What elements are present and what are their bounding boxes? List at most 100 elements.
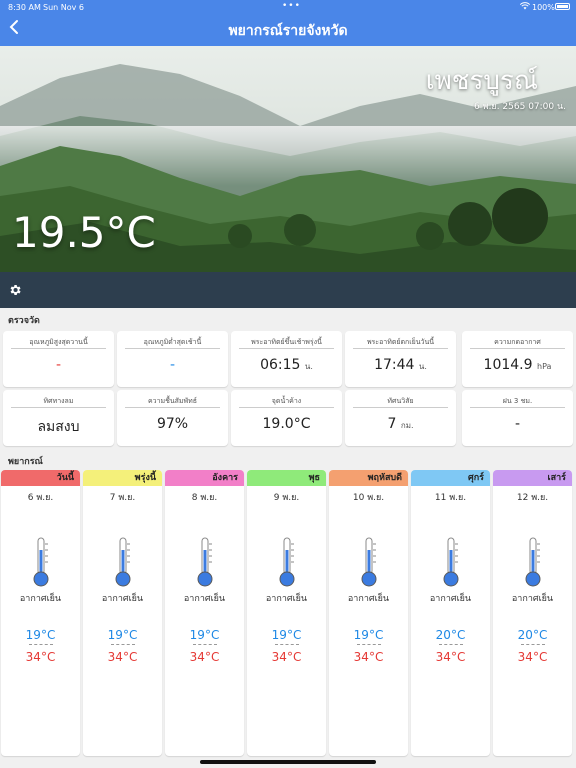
- thermometer-icon: [443, 537, 459, 587]
- forecast-day-name: พุธ: [247, 470, 326, 486]
- forecast-low-temp: 19°C: [353, 628, 384, 642]
- obs-card-label: อุณหภูมิต่ำสุดเช้านี้: [143, 338, 202, 346]
- divider: [239, 348, 334, 349]
- forecast-day-card[interactable]: ศุกร์ 11 พ.ย. อากาศเย็น 20°C 34°C: [411, 470, 490, 756]
- observation-datetime: 6 พ.ย. 2565 07:00 น.: [474, 102, 566, 112]
- forecast-low-temp: 19°C: [189, 628, 220, 642]
- obs-card-sunset: พระอาทิตย์ตกเย็นวันนี้ 17:44 น.: [345, 331, 456, 387]
- divider: [193, 644, 217, 645]
- forecast-low-temp: 20°C: [517, 628, 548, 642]
- current-temperature: 19.5°C: [12, 208, 156, 257]
- forecast-date: 11 พ.ย.: [434, 493, 467, 503]
- forecast-date: 8 พ.ย.: [191, 493, 218, 503]
- gear-icon[interactable]: [8, 283, 22, 297]
- obs-card-value: 06:15 น.: [260, 357, 313, 373]
- forecast-section-title: พยากรณ์: [8, 457, 43, 467]
- divider: [125, 407, 220, 408]
- forecast-day-card[interactable]: พุธ 9 พ.ย. อากาศเย็น 19°C 34°C: [247, 470, 326, 756]
- forecast-day-name: เสาร์: [493, 470, 572, 486]
- forecast-day-card[interactable]: พรุ่งนี้ 7 พ.ย. อากาศเย็น 19°C 34°C: [83, 470, 162, 756]
- forecast-date: 7 พ.ย.: [109, 493, 136, 503]
- obs-card-value: 7 กม.: [387, 416, 414, 432]
- battery-percent: 100%: [532, 3, 555, 12]
- divider: [439, 644, 463, 645]
- obs-card-value: 19.0°C: [262, 416, 311, 432]
- obs-card-value: -: [169, 357, 176, 373]
- wifi-icon: [519, 2, 531, 12]
- obs-card-rain-3h: ฝน 3 ชม. -: [462, 390, 573, 446]
- obs-card-label: พระอาทิตย์ขึ้นเช้าพรุ่งนี้: [251, 338, 322, 346]
- forecast-day-name: พฤหัสบดี: [329, 470, 408, 486]
- thermometer-icon: [33, 537, 49, 587]
- forecast-description: อากาศเย็น: [429, 594, 472, 604]
- forecast-date: 9 พ.ย.: [273, 493, 300, 503]
- obs-card-label: ฝน 3 ชม.: [502, 397, 533, 405]
- thermometer-icon: [525, 537, 541, 587]
- forecast-date: 6 พ.ย.: [27, 493, 54, 503]
- divider: [470, 348, 565, 349]
- obs-card-visibility: ทัศนวิสัย 7 กม.: [345, 390, 456, 446]
- forecast-low-temp: 20°C: [435, 628, 466, 642]
- forecast-high-temp: 34°C: [517, 650, 548, 664]
- obs-card-label: ทิศทางลม: [43, 397, 74, 405]
- obs-card-pressure: ความกดอากาศ 1014.9 hPa: [462, 331, 573, 387]
- forecast-day-card[interactable]: วันนี้ 6 พ.ย. อากาศเย็น 19°C 34°C: [1, 470, 80, 756]
- status-time: 8:30 AM: [8, 3, 41, 12]
- divider: [275, 644, 299, 645]
- obs-card-max-temp-yesterday: อุณหภูมิสูงสุดวานนี้ -: [3, 331, 114, 387]
- obs-card-label: จุดน้ำค้าง: [271, 397, 302, 405]
- forecast-high-temp: 34°C: [25, 650, 56, 664]
- observation-section-title: ตรวจวัด: [8, 316, 40, 326]
- status-bar: 8:30 AM Sun Nov 6 ••• 100%: [0, 0, 576, 14]
- home-indicator[interactable]: [200, 760, 376, 764]
- multitask-dots-icon[interactable]: •••: [282, 1, 301, 11]
- obs-card-value: 1014.9 hPa: [483, 357, 552, 373]
- thermometer-icon: [361, 537, 377, 587]
- divider: [521, 644, 545, 645]
- thermometer-icon: [279, 537, 295, 587]
- forecast-day-name: วันนี้: [1, 470, 80, 486]
- forecast-date: 10 พ.ย.: [352, 493, 385, 503]
- forecast-high-temp: 34°C: [107, 650, 138, 664]
- forecast-high-temp: 34°C: [435, 650, 466, 664]
- obs-card-value: -: [55, 357, 62, 373]
- obs-card-sunrise: พระอาทิตย์ขึ้นเช้าพรุ่งนี้ 06:15 น.: [231, 331, 342, 387]
- navigation-bar: 8:30 AM Sun Nov 6 ••• 100% พยากรณ์รายจัง…: [0, 0, 576, 46]
- divider: [11, 407, 106, 408]
- forecast-day-card[interactable]: เสาร์ 12 พ.ย. อากาศเย็น 20°C 34°C: [493, 470, 572, 756]
- obs-card-value: 97%: [156, 416, 189, 432]
- obs-card-label: ทัศนวิสัย: [387, 397, 414, 405]
- forecast-day-card[interactable]: พฤหัสบดี 10 พ.ย. อากาศเย็น 19°C 34°C: [329, 470, 408, 756]
- divider: [111, 644, 135, 645]
- hero-banner: เพชรบูรณ์ 6 พ.ย. 2565 07:00 น. 19.5°C: [0, 46, 576, 272]
- forecast-high-temp: 34°C: [353, 650, 384, 664]
- status-date: Sun Nov 6: [43, 3, 85, 12]
- battery-icon: [555, 3, 570, 10]
- forecast-low-temp: 19°C: [107, 628, 138, 642]
- forecast-day-name: ศุกร์: [411, 470, 490, 486]
- page-title: พยากรณ์รายจังหวัด: [228, 23, 348, 39]
- divider: [29, 644, 53, 645]
- forecast-low-temp: 19°C: [25, 628, 56, 642]
- province-name: เพชรบูรณ์: [425, 66, 538, 96]
- forecast-low-temp: 19°C: [271, 628, 302, 642]
- settings-bar: [0, 272, 576, 308]
- obs-card-label: ความชื้นสัมพัทธ์: [147, 397, 198, 405]
- forecast-description: อากาศเย็น: [265, 594, 308, 604]
- obs-card-value: -: [514, 416, 521, 432]
- divider: [125, 348, 220, 349]
- forecast-date: 12 พ.ย.: [516, 493, 549, 503]
- thermometer-icon: [197, 537, 213, 587]
- obs-card-label: อุณหภูมิสูงสุดวานนี้: [29, 338, 88, 346]
- forecast-day-card[interactable]: อังคาร 8 พ.ย. อากาศเย็น 19°C 34°C: [165, 470, 244, 756]
- forecast-description: อากาศเย็น: [101, 594, 144, 604]
- obs-card-humidity: ความชื้นสัมพัทธ์ 97%: [117, 390, 228, 446]
- obs-card-wind-direction: ทิศทางลม ลมสงบ: [3, 390, 114, 446]
- forecast-description: อากาศเย็น: [19, 594, 62, 604]
- obs-card-value: 17:44 น.: [374, 357, 427, 373]
- obs-card-label: ความกดอากาศ: [494, 338, 541, 346]
- obs-card-label: พระอาทิตย์ตกเย็นวันนี้: [366, 338, 435, 346]
- forecast-description: อากาศเย็น: [347, 594, 390, 604]
- divider: [470, 407, 565, 408]
- divider: [353, 407, 448, 408]
